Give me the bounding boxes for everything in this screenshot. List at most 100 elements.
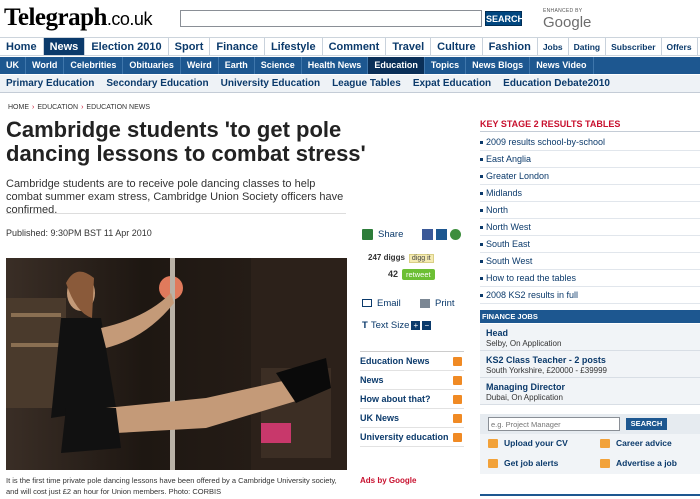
text-size-increase-button[interactable]: +: [411, 320, 421, 330]
stumbleupon-icon[interactable]: [450, 229, 461, 240]
list-item-label[interactable]: Midlands: [486, 188, 522, 198]
list-item[interactable]: South West: [480, 253, 700, 270]
related-item[interactable]: News: [360, 371, 464, 390]
list-item-label[interactable]: 2009 results school-by-school: [486, 137, 605, 147]
rss-icon[interactable]: [453, 395, 462, 404]
list-item-label[interactable]: How to read the tables: [486, 273, 576, 283]
subnav-celebrities[interactable]: Celebrities: [64, 57, 124, 74]
job-listing[interactable]: Managing Director Dubai, On Application: [480, 378, 700, 405]
nav-offers[interactable]: Offers: [662, 38, 698, 55]
job-listing[interactable]: KS2 Class Teacher - 2 posts South Yorksh…: [480, 351, 700, 378]
job-alerts-link[interactable]: Get job alerts: [488, 458, 558, 469]
subnav-earth[interactable]: Earth: [219, 57, 255, 74]
facebook-icon[interactable]: [422, 229, 433, 240]
upload-cv-link[interactable]: Upload your CV: [488, 438, 568, 449]
related-item[interactable]: University education: [360, 428, 464, 447]
edu-nav-league-tables[interactable]: League Tables: [326, 75, 407, 92]
edu-nav-primary[interactable]: Primary Education: [0, 75, 100, 92]
share-icon[interactable]: [362, 229, 373, 240]
edu-nav-secondary[interactable]: Secondary Education: [100, 75, 214, 92]
list-item[interactable]: 2008 KS2 results in full: [480, 287, 700, 304]
job-search-button[interactable]: SEARCH: [626, 418, 667, 430]
print-link[interactable]: Print: [420, 298, 455, 309]
subnav-news-blogs[interactable]: News Blogs: [466, 57, 531, 74]
rss-icon[interactable]: [453, 433, 462, 442]
edu-nav-expat[interactable]: Expat Education: [407, 75, 497, 92]
nav-home[interactable]: Home: [0, 38, 44, 55]
subnav-weird[interactable]: Weird: [181, 57, 219, 74]
edu-nav-debate[interactable]: Education Debate2010: [497, 75, 616, 92]
rss-icon[interactable]: [453, 357, 462, 366]
finance-jobs-list: Head Selby, On Application KS2 Class Tea…: [480, 324, 700, 405]
list-item[interactable]: South East: [480, 236, 700, 253]
subnav-education[interactable]: Education: [368, 57, 425, 74]
nav-subscriber[interactable]: Subscriber: [606, 38, 662, 55]
retweet-button[interactable]: retweet: [402, 269, 435, 280]
rss-icon[interactable]: [453, 414, 462, 423]
subnav-news-video[interactable]: News Video: [530, 57, 594, 74]
digg-it-button[interactable]: digg it: [408, 254, 434, 263]
nav-lifestyle[interactable]: Lifestyle: [265, 38, 323, 55]
nav-election-2010[interactable]: Election 2010: [85, 38, 169, 55]
related-item-label[interactable]: How about that?: [360, 394, 431, 404]
advertise-job-link[interactable]: Advertise a job: [600, 458, 677, 469]
related-item-label[interactable]: News: [360, 375, 384, 385]
nav-travel[interactable]: Travel: [386, 38, 432, 55]
subnav-health-news[interactable]: Health News: [302, 57, 369, 74]
nav-finance[interactable]: Finance: [210, 38, 265, 55]
job-title[interactable]: KS2 Class Teacher - 2 posts: [486, 355, 694, 366]
tweet-counter: 42 retweet: [388, 269, 435, 280]
related-item-label[interactable]: Education News: [360, 356, 430, 366]
subnav-uk[interactable]: UK: [0, 57, 26, 74]
nav-fashion[interactable]: Fashion: [483, 38, 538, 55]
list-item-label[interactable]: South West: [486, 256, 532, 266]
subnav-world[interactable]: World: [26, 57, 65, 74]
divider: [6, 213, 346, 214]
text-size-decrease-button[interactable]: −: [422, 320, 432, 330]
related-item[interactable]: UK News: [360, 409, 464, 428]
nav-jobs[interactable]: Jobs: [538, 38, 569, 55]
job-title[interactable]: Head: [486, 328, 694, 339]
site-search-input[interactable]: [180, 10, 482, 27]
related-item-label[interactable]: University education: [360, 432, 449, 442]
list-item[interactable]: North West: [480, 219, 700, 236]
list-item-label[interactable]: South East: [486, 239, 530, 249]
delicious-icon[interactable]: [436, 229, 447, 240]
nav-news[interactable]: News: [43, 38, 86, 55]
breadcrumb-education-news[interactable]: EDUCATION NEWS: [86, 104, 150, 111]
email-link[interactable]: Email: [362, 298, 401, 309]
telegraph-logo[interactable]: Telegraph.co.uk: [4, 4, 152, 32]
job-title[interactable]: Managing Director: [486, 382, 694, 393]
related-item[interactable]: How about that?: [360, 390, 464, 409]
career-advice-link[interactable]: Career advice: [600, 438, 672, 449]
breadcrumb-home[interactable]: HOME: [8, 104, 29, 111]
nav-dating[interactable]: Dating: [569, 38, 607, 55]
list-item[interactable]: East Anglia: [480, 151, 700, 168]
list-item-label[interactable]: North: [486, 205, 508, 215]
related-item[interactable]: Education News: [360, 352, 464, 371]
nav-comment[interactable]: Comment: [323, 38, 387, 55]
job-listing[interactable]: Head Selby, On Application: [480, 324, 700, 351]
breadcrumb-education[interactable]: EDUCATION: [37, 104, 78, 111]
subnav-science[interactable]: Science: [255, 57, 302, 74]
subnav-topics[interactable]: Topics: [425, 57, 467, 74]
list-item[interactable]: North: [480, 202, 700, 219]
site-search-button[interactable]: SEARCH: [485, 11, 524, 26]
list-item-label[interactable]: 2008 KS2 results in full: [486, 290, 578, 300]
share-label[interactable]: Share: [378, 229, 403, 240]
related-item-label[interactable]: UK News: [360, 413, 399, 423]
list-item[interactable]: How to read the tables: [480, 270, 700, 287]
rss-icon[interactable]: [453, 376, 462, 385]
list-item[interactable]: Midlands: [480, 185, 700, 202]
list-item[interactable]: 2009 results school-by-school: [480, 134, 700, 151]
job-search-input[interactable]: [488, 417, 620, 431]
ads-by-google[interactable]: Ads by Google: [360, 476, 416, 485]
list-item-label[interactable]: Greater London: [486, 171, 549, 181]
list-item-label[interactable]: East Anglia: [486, 154, 531, 164]
subnav-obituaries[interactable]: Obituaries: [123, 57, 181, 74]
nav-sport[interactable]: Sport: [169, 38, 211, 55]
edu-nav-university[interactable]: University Education: [215, 75, 326, 92]
list-item-label[interactable]: North West: [486, 222, 531, 232]
nav-culture[interactable]: Culture: [431, 38, 483, 55]
list-item[interactable]: Greater London: [480, 168, 700, 185]
